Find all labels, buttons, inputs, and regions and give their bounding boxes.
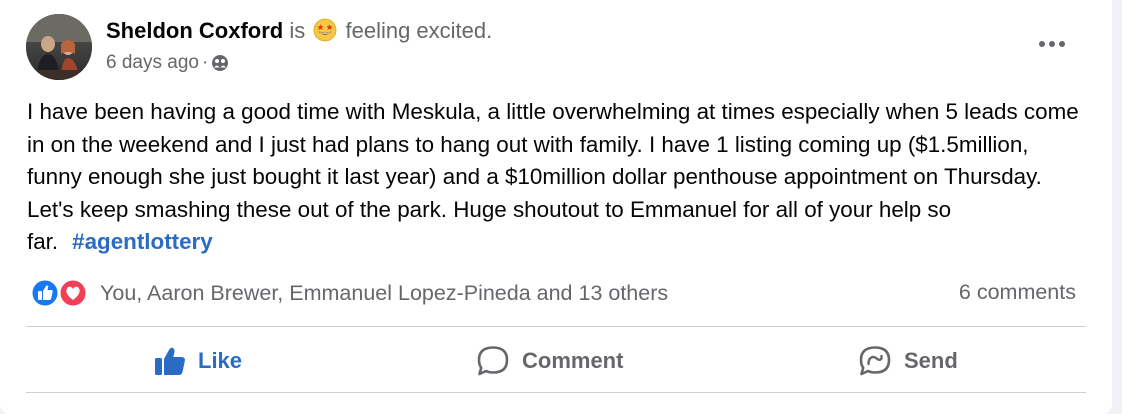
- more-options-button[interactable]: [1030, 30, 1074, 58]
- messenger-send-icon: [859, 346, 891, 376]
- divider: [26, 326, 1086, 327]
- thumbs-up-icon: [155, 347, 185, 375]
- comment-bubble-icon: [477, 346, 509, 376]
- like-label: Like: [198, 348, 243, 373]
- feeling-text: feeling excited.: [345, 18, 493, 43]
- post-header: Sheldon Coxford is feeling excited.: [106, 17, 492, 45]
- author-name[interactable]: Sheldon Coxford: [106, 18, 283, 43]
- send-label: Send: [904, 348, 958, 373]
- comments-count[interactable]: 6 comments: [959, 280, 1076, 305]
- send-button[interactable]: Send: [858, 341, 958, 381]
- post-card: Sheldon Coxford is feeling excited. 6 da…: [0, 0, 1112, 414]
- page-background-strip: [1112, 0, 1122, 414]
- post-body: I have been having a good time with Mesk…: [27, 96, 1087, 259]
- avatar-photo: [26, 14, 92, 80]
- like-reaction-icon: [30, 278, 60, 308]
- friends-icon[interactable]: [211, 54, 229, 72]
- hashtag-link[interactable]: #agentlottery: [72, 229, 213, 254]
- avatar[interactable]: [26, 14, 92, 80]
- love-reaction-icon: [58, 278, 88, 308]
- reactions-summary[interactable]: You, Aaron Brewer, Emmanuel Lopez-Pineda…: [30, 278, 668, 308]
- divider: [26, 392, 1086, 393]
- reactions-text: You, Aaron Brewer, Emmanuel Lopez-Pineda…: [100, 280, 669, 305]
- comment-button[interactable]: Comment: [476, 341, 623, 381]
- grinning-star-eyes-emoji-icon: [313, 18, 337, 42]
- is-text: is: [289, 18, 306, 43]
- post-meta: 6 days ago ·: [106, 51, 229, 75]
- meta-separator: ·: [201, 52, 209, 73]
- reaction-icons: [30, 278, 92, 308]
- more-horizontal-icon: [1039, 41, 1065, 47]
- post-timestamp[interactable]: 6 days ago: [106, 51, 199, 75]
- like-button[interactable]: Like: [154, 341, 242, 381]
- comment-label: Comment: [522, 348, 624, 373]
